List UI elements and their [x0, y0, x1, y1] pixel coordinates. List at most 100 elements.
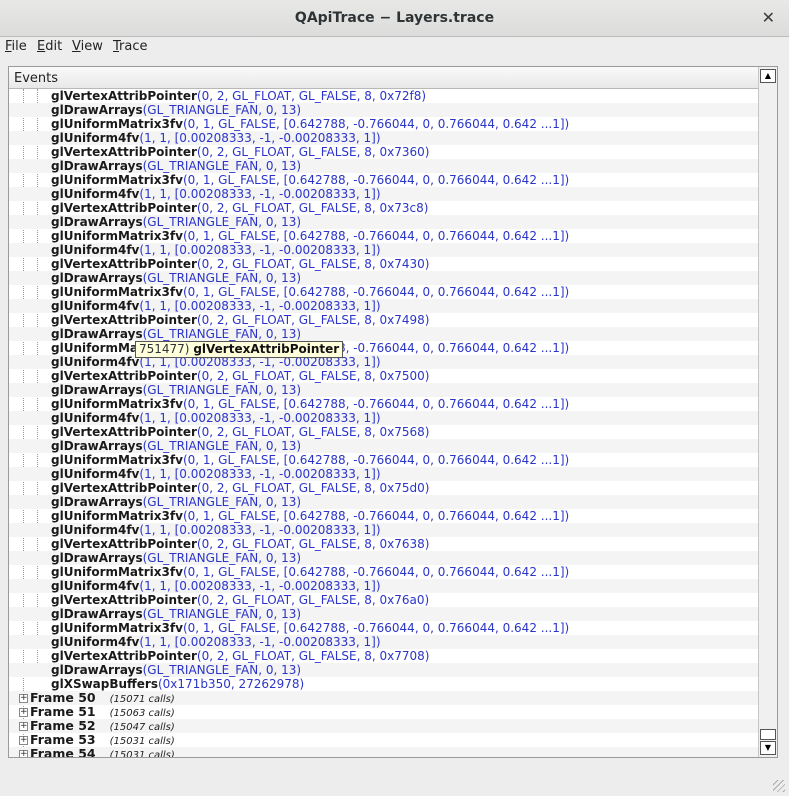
plus-expander-icon[interactable]: +: [19, 694, 28, 703]
menu-bar: File Edit View Trace: [0, 37, 789, 58]
call-function-name: glDrawArrays: [51, 103, 143, 117]
menu-file[interactable]: File: [5, 39, 27, 54]
call-function-name: glDrawArrays: [51, 607, 143, 621]
frame-row[interactable]: + Frame 51 (15063 calls): [9, 705, 758, 719]
plus-expander-icon[interactable]: +: [19, 750, 28, 757]
call-row[interactable]: glVertexAttribPointer(0, 2, GL_FLOAT, GL…: [9, 89, 758, 103]
call-row[interactable]: glVertexAttribPointer(0, 2, GL_FLOAT, GL…: [9, 313, 758, 327]
close-paren: ): [421, 89, 427, 103]
call-row[interactable]: glDrawArrays(GL_TRIANGLE_FAN, 0, 13): [9, 383, 758, 397]
call-row[interactable]: glDrawArrays(GL_TRIANGLE_FAN, 0, 13): [9, 159, 758, 173]
call-row[interactable]: glUniformMatrix3fv(0, 1, GL_FALSE, [0.64…: [9, 341, 758, 355]
call-row[interactable]: glUniform4fv(1, 1, [0.00208333, -1, -0.0…: [9, 635, 758, 649]
frame-label: Frame 50: [30, 690, 96, 705]
call-row[interactable]: glUniformMatrix3fv(0, 1, GL_FALSE, [0.64…: [9, 565, 758, 579]
call-arguments: 0, 2, GL_FLOAT, GL_FALSE, 8, 0x72f8: [201, 89, 422, 103]
call-row[interactable]: glDrawArrays(GL_TRIANGLE_FAN, 0, 13): [9, 439, 758, 453]
call-function-name: glUniformMatrix3fv: [51, 509, 183, 523]
close-paren: ): [375, 355, 381, 369]
call-function-name: glDrawArrays: [51, 159, 143, 173]
call-row[interactable]: glDrawArrays(GL_TRIANGLE_FAN, 0, 13): [9, 495, 758, 509]
call-row[interactable]: glVertexAttribPointer(0, 2, GL_FLOAT, GL…: [9, 369, 758, 383]
call-row[interactable]: glXSwapBuffers(0x171b350, 27262978): [9, 677, 758, 691]
call-arguments: GL_TRIANGLE_FAN, 0, 13: [147, 383, 297, 397]
events-column-header[interactable]: Events: [9, 67, 758, 89]
triangle-up-icon[interactable]: ▲: [760, 69, 776, 83]
menu-trace[interactable]: Trace: [113, 39, 148, 54]
call-function-name: glUniformMatrix3fv: [51, 117, 183, 131]
call-row[interactable]: glVertexAttribPointer(0, 2, GL_FLOAT, GL…: [9, 257, 758, 271]
call-row[interactable]: glUniformMatrix3fv(0, 1, GL_FALSE, [0.64…: [9, 397, 758, 411]
close-paren: ): [564, 117, 570, 131]
triangle-down-icon[interactable]: ▼: [760, 741, 776, 755]
call-row[interactable]: glUniformMatrix3fv(0, 1, GL_FALSE, [0.64…: [9, 285, 758, 299]
call-row[interactable]: glUniform4fv(1, 1, [0.00208333, -1, -0.0…: [9, 523, 758, 537]
close-paren: ): [424, 425, 430, 439]
event-list[interactable]: glVertexAttribPointer(0, 2, GL_FLOAT, GL…: [9, 89, 758, 757]
vertical-scrollbar[interactable]: ▲ ▼: [758, 67, 777, 757]
call-row[interactable]: glDrawArrays(GL_TRIANGLE_FAN, 0, 13): [9, 215, 758, 229]
close-paren: ): [424, 649, 430, 663]
call-function-name: glUniform4fv: [51, 467, 140, 481]
call-row[interactable]: glUniformMatrix3fv(0, 1, GL_FALSE, [0.64…: [9, 453, 758, 467]
call-row[interactable]: glDrawArrays(GL_TRIANGLE_FAN, 0, 13): [9, 551, 758, 565]
close-paren: ): [564, 509, 570, 523]
call-row[interactable]: glUniform4fv(1, 1, [0.00208333, -1, -0.0…: [9, 187, 758, 201]
plus-expander-icon[interactable]: +: [19, 722, 28, 731]
frame-row[interactable]: + Frame 50 (15071 calls): [9, 691, 758, 705]
call-function-name: glUniform4fv: [51, 243, 140, 257]
resize-grip-icon[interactable]: [773, 780, 785, 792]
call-row[interactable]: glUniform4fv(1, 1, [0.00208333, -1, -0.0…: [9, 355, 758, 369]
close-paren: ): [424, 537, 430, 551]
call-row[interactable]: glVertexAttribPointer(0, 2, GL_FLOAT, GL…: [9, 145, 758, 159]
close-paren: ): [424, 313, 430, 327]
call-row[interactable]: glUniformMatrix3fv(0, 1, GL_FALSE, [0.64…: [9, 229, 758, 243]
call-row[interactable]: glDrawArrays(GL_TRIANGLE_FAN, 0, 13): [9, 327, 758, 341]
plus-expander-icon[interactable]: +: [19, 708, 28, 717]
close-paren: ): [296, 327, 302, 341]
call-arguments: 0, 1, GL_FALSE, [0.642788, -0.766044, 0,…: [187, 453, 565, 467]
call-row[interactable]: glUniform4fv(1, 1, [0.00208333, -1, -0.0…: [9, 131, 758, 145]
call-row[interactable]: glUniformMatrix3fv(0, 1, GL_FALSE, [0.64…: [9, 117, 758, 131]
menu-view[interactable]: View: [72, 39, 103, 54]
close-paren: ): [296, 551, 302, 565]
call-row[interactable]: glDrawArrays(GL_TRIANGLE_FAN, 0, 13): [9, 663, 758, 677]
call-row[interactable]: glVertexAttribPointer(0, 2, GL_FLOAT, GL…: [9, 593, 758, 607]
frame-row[interactable]: + Frame 53 (15031 calls): [9, 733, 758, 747]
call-row[interactable]: glDrawArrays(GL_TRIANGLE_FAN, 0, 13): [9, 271, 758, 285]
call-function-name: glVertexAttribPointer: [51, 201, 197, 215]
title-bar: QApiTrace − Layers.trace ✕: [0, 0, 789, 37]
call-row[interactable]: glVertexAttribPointer(0, 2, GL_FLOAT, GL…: [9, 481, 758, 495]
call-row[interactable]: glDrawArrays(GL_TRIANGLE_FAN, 0, 13): [9, 607, 758, 621]
call-function-name: glDrawArrays: [51, 383, 143, 397]
call-row[interactable]: glVertexAttribPointer(0, 2, GL_FLOAT, GL…: [9, 201, 758, 215]
call-arguments: GL_TRIANGLE_FAN, 0, 13: [147, 159, 297, 173]
scrollbar-thumb[interactable]: [760, 729, 776, 740]
plus-expander-icon[interactable]: +: [19, 736, 28, 745]
call-row[interactable]: glUniform4fv(1, 1, [0.00208333, -1, -0.0…: [9, 299, 758, 313]
call-arguments: 0, 2, GL_FLOAT, GL_FALSE, 8, 0x7430: [201, 257, 425, 271]
close-icon[interactable]: ✕: [762, 8, 775, 27]
frame-row[interactable]: + Frame 54 (15031 calls): [9, 747, 758, 757]
call-function-name: glVertexAttribPointer: [51, 425, 197, 439]
call-row[interactable]: glUniform4fv(1, 1, [0.00208333, -1, -0.0…: [9, 243, 758, 257]
frame-row[interactable]: + Frame 52 (15047 calls): [9, 719, 758, 733]
call-row[interactable]: glVertexAttribPointer(0, 2, GL_FLOAT, GL…: [9, 425, 758, 439]
events-tree[interactable]: Events glVertexAttribPointer(0, 2, GL_FL…: [8, 66, 778, 758]
call-tooltip: 751477) glVertexAttribPointer: [135, 341, 344, 358]
frame-call-count: (15031 calls): [109, 736, 175, 747]
menu-edit[interactable]: Edit: [37, 39, 62, 54]
call-row[interactable]: glUniformMatrix3fv(0, 1, GL_FALSE, [0.64…: [9, 621, 758, 635]
call-row[interactable]: glVertexAttribPointer(0, 2, GL_FLOAT, GL…: [9, 537, 758, 551]
call-row[interactable]: glUniform4fv(1, 1, [0.00208333, -1, -0.0…: [9, 579, 758, 593]
call-row[interactable]: glUniformMatrix3fv(0, 1, GL_FALSE, [0.64…: [9, 173, 758, 187]
close-paren: ): [296, 103, 302, 117]
call-row[interactable]: glVertexAttribPointer(0, 2, GL_FLOAT, GL…: [9, 649, 758, 663]
call-row[interactable]: glUniform4fv(1, 1, [0.00208333, -1, -0.0…: [9, 467, 758, 481]
call-function-name: glUniformMatrix3fv: [51, 229, 183, 243]
call-row[interactable]: glDrawArrays(GL_TRIANGLE_FAN, 0, 13): [9, 103, 758, 117]
call-row[interactable]: glUniform4fv(1, 1, [0.00208333, -1, -0.0…: [9, 411, 758, 425]
close-paren: ): [424, 369, 430, 383]
call-arguments: GL_TRIANGLE_FAN, 0, 13: [147, 663, 297, 677]
call-row[interactable]: glUniformMatrix3fv(0, 1, GL_FALSE, [0.64…: [9, 509, 758, 523]
